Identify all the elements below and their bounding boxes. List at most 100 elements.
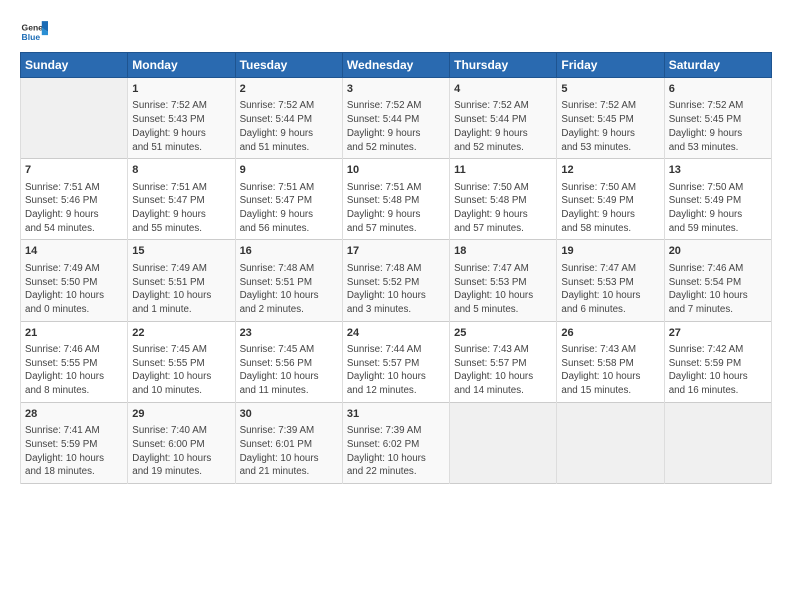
cell-info-line: Sunrise: 7:51 AM bbox=[132, 181, 230, 195]
calendar-body: 1Sunrise: 7:52 AMSunset: 5:43 PMDaylight… bbox=[21, 78, 772, 484]
cell-info-line: Daylight: 9 hours bbox=[25, 208, 123, 222]
day-number: 11 bbox=[454, 163, 552, 178]
cell-info-line: and 58 minutes. bbox=[561, 222, 659, 236]
cell-info-line: and 56 minutes. bbox=[240, 222, 338, 236]
cell-info-line: and 57 minutes. bbox=[347, 222, 445, 236]
cell-info-line: and 57 minutes. bbox=[454, 222, 552, 236]
cell-info-line: Daylight: 9 hours bbox=[561, 208, 659, 222]
cell-info-line: Sunrise: 7:49 AM bbox=[132, 262, 230, 276]
cell-info-line: Sunrise: 7:51 AM bbox=[240, 181, 338, 195]
week-row-2: 7Sunrise: 7:51 AMSunset: 5:46 PMDaylight… bbox=[21, 159, 772, 240]
calendar-cell: 16Sunrise: 7:48 AMSunset: 5:51 PMDayligh… bbox=[235, 240, 342, 321]
cell-info-line: Sunset: 5:59 PM bbox=[25, 438, 123, 452]
calendar-cell bbox=[21, 78, 128, 159]
cell-info-line: Daylight: 10 hours bbox=[347, 289, 445, 303]
cell-info-line: Sunrise: 7:46 AM bbox=[25, 343, 123, 357]
calendar-cell: 28Sunrise: 7:41 AMSunset: 5:59 PMDayligh… bbox=[21, 402, 128, 483]
cell-info-line: Daylight: 10 hours bbox=[240, 289, 338, 303]
calendar-cell: 24Sunrise: 7:44 AMSunset: 5:57 PMDayligh… bbox=[342, 321, 449, 402]
cell-info-line: and 1 minute. bbox=[132, 303, 230, 317]
calendar-cell: 21Sunrise: 7:46 AMSunset: 5:55 PMDayligh… bbox=[21, 321, 128, 402]
cell-info-line: Daylight: 10 hours bbox=[132, 370, 230, 384]
column-header-saturday: Saturday bbox=[664, 53, 771, 78]
cell-info-line: Daylight: 9 hours bbox=[347, 127, 445, 141]
calendar-cell: 2Sunrise: 7:52 AMSunset: 5:44 PMDaylight… bbox=[235, 78, 342, 159]
day-number: 13 bbox=[669, 163, 767, 178]
cell-info-line: Sunset: 5:46 PM bbox=[25, 194, 123, 208]
cell-info-line: Sunset: 6:02 PM bbox=[347, 438, 445, 452]
day-number: 9 bbox=[240, 163, 338, 178]
calendar-cell: 25Sunrise: 7:43 AMSunset: 5:57 PMDayligh… bbox=[450, 321, 557, 402]
cell-info-line: and 14 minutes. bbox=[454, 384, 552, 398]
cell-info-line: and 7 minutes. bbox=[669, 303, 767, 317]
day-number: 16 bbox=[240, 244, 338, 259]
cell-info-line: Daylight: 10 hours bbox=[454, 289, 552, 303]
day-number: 19 bbox=[561, 244, 659, 259]
calendar-cell: 11Sunrise: 7:50 AMSunset: 5:48 PMDayligh… bbox=[450, 159, 557, 240]
cell-info-line: Daylight: 9 hours bbox=[454, 127, 552, 141]
cell-info-line: Sunrise: 7:39 AM bbox=[347, 424, 445, 438]
week-row-3: 14Sunrise: 7:49 AMSunset: 5:50 PMDayligh… bbox=[21, 240, 772, 321]
day-number: 2 bbox=[240, 82, 338, 97]
cell-info-line: Daylight: 10 hours bbox=[240, 370, 338, 384]
cell-info-line: Sunrise: 7:39 AM bbox=[240, 424, 338, 438]
calendar-cell: 5Sunrise: 7:52 AMSunset: 5:45 PMDaylight… bbox=[557, 78, 664, 159]
cell-info-line: Daylight: 9 hours bbox=[347, 208, 445, 222]
day-number: 30 bbox=[240, 407, 338, 422]
day-number: 14 bbox=[25, 244, 123, 259]
calendar-cell: 14Sunrise: 7:49 AMSunset: 5:50 PMDayligh… bbox=[21, 240, 128, 321]
cell-info-line: and 19 minutes. bbox=[132, 465, 230, 479]
calendar-cell bbox=[664, 402, 771, 483]
cell-info-line: Sunset: 5:53 PM bbox=[561, 276, 659, 290]
cell-info-line: and 2 minutes. bbox=[240, 303, 338, 317]
cell-info-line: Sunrise: 7:46 AM bbox=[669, 262, 767, 276]
day-number: 29 bbox=[132, 407, 230, 422]
cell-info-line: Sunrise: 7:45 AM bbox=[240, 343, 338, 357]
cell-info-line: and 52 minutes. bbox=[347, 141, 445, 155]
cell-info-line: Sunset: 5:48 PM bbox=[454, 194, 552, 208]
day-number: 6 bbox=[669, 82, 767, 97]
header-row: SundayMondayTuesdayWednesdayThursdayFrid… bbox=[21, 53, 772, 78]
cell-info-line: Sunrise: 7:43 AM bbox=[454, 343, 552, 357]
cell-info-line: Sunrise: 7:48 AM bbox=[347, 262, 445, 276]
cell-info-line: Daylight: 9 hours bbox=[669, 127, 767, 141]
cell-info-line: Sunset: 5:47 PM bbox=[240, 194, 338, 208]
day-number: 3 bbox=[347, 82, 445, 97]
day-number: 25 bbox=[454, 326, 552, 341]
calendar-cell: 22Sunrise: 7:45 AMSunset: 5:55 PMDayligh… bbox=[128, 321, 235, 402]
cell-info-line: Sunrise: 7:47 AM bbox=[454, 262, 552, 276]
calendar-cell: 23Sunrise: 7:45 AMSunset: 5:56 PMDayligh… bbox=[235, 321, 342, 402]
cell-info-line: Daylight: 10 hours bbox=[561, 370, 659, 384]
calendar-cell: 7Sunrise: 7:51 AMSunset: 5:46 PMDaylight… bbox=[21, 159, 128, 240]
cell-info-line: Daylight: 9 hours bbox=[240, 208, 338, 222]
cell-info-line: Sunset: 5:48 PM bbox=[347, 194, 445, 208]
day-number: 31 bbox=[347, 407, 445, 422]
cell-info-line: Sunrise: 7:43 AM bbox=[561, 343, 659, 357]
day-number: 1 bbox=[132, 82, 230, 97]
cell-info-line: Daylight: 9 hours bbox=[240, 127, 338, 141]
cell-info-line: Daylight: 10 hours bbox=[669, 289, 767, 303]
cell-info-line: Sunrise: 7:47 AM bbox=[561, 262, 659, 276]
cell-info-line: Sunset: 5:57 PM bbox=[454, 357, 552, 371]
cell-info-line: and 5 minutes. bbox=[454, 303, 552, 317]
cell-info-line: Sunrise: 7:48 AM bbox=[240, 262, 338, 276]
day-number: 7 bbox=[25, 163, 123, 178]
cell-info-line: Sunset: 5:45 PM bbox=[669, 113, 767, 127]
week-row-1: 1Sunrise: 7:52 AMSunset: 5:43 PMDaylight… bbox=[21, 78, 772, 159]
calendar-cell: 4Sunrise: 7:52 AMSunset: 5:44 PMDaylight… bbox=[450, 78, 557, 159]
cell-info-line: and 6 minutes. bbox=[561, 303, 659, 317]
cell-info-line: Sunset: 5:45 PM bbox=[561, 113, 659, 127]
column-header-thursday: Thursday bbox=[450, 53, 557, 78]
cell-info-line: Daylight: 10 hours bbox=[25, 289, 123, 303]
logo-icon: General Blue bbox=[20, 18, 48, 46]
cell-info-line: and 21 minutes. bbox=[240, 465, 338, 479]
cell-info-line: Sunrise: 7:40 AM bbox=[132, 424, 230, 438]
day-number: 17 bbox=[347, 244, 445, 259]
page: General Blue SundayMondayTuesdayWednesda… bbox=[0, 0, 792, 496]
cell-info-line: Sunset: 5:47 PM bbox=[132, 194, 230, 208]
calendar-cell: 29Sunrise: 7:40 AMSunset: 6:00 PMDayligh… bbox=[128, 402, 235, 483]
calendar-cell: 27Sunrise: 7:42 AMSunset: 5:59 PMDayligh… bbox=[664, 321, 771, 402]
cell-info-line: Sunset: 5:56 PM bbox=[240, 357, 338, 371]
cell-info-line: Sunrise: 7:50 AM bbox=[454, 181, 552, 195]
cell-info-line: and 53 minutes. bbox=[669, 141, 767, 155]
